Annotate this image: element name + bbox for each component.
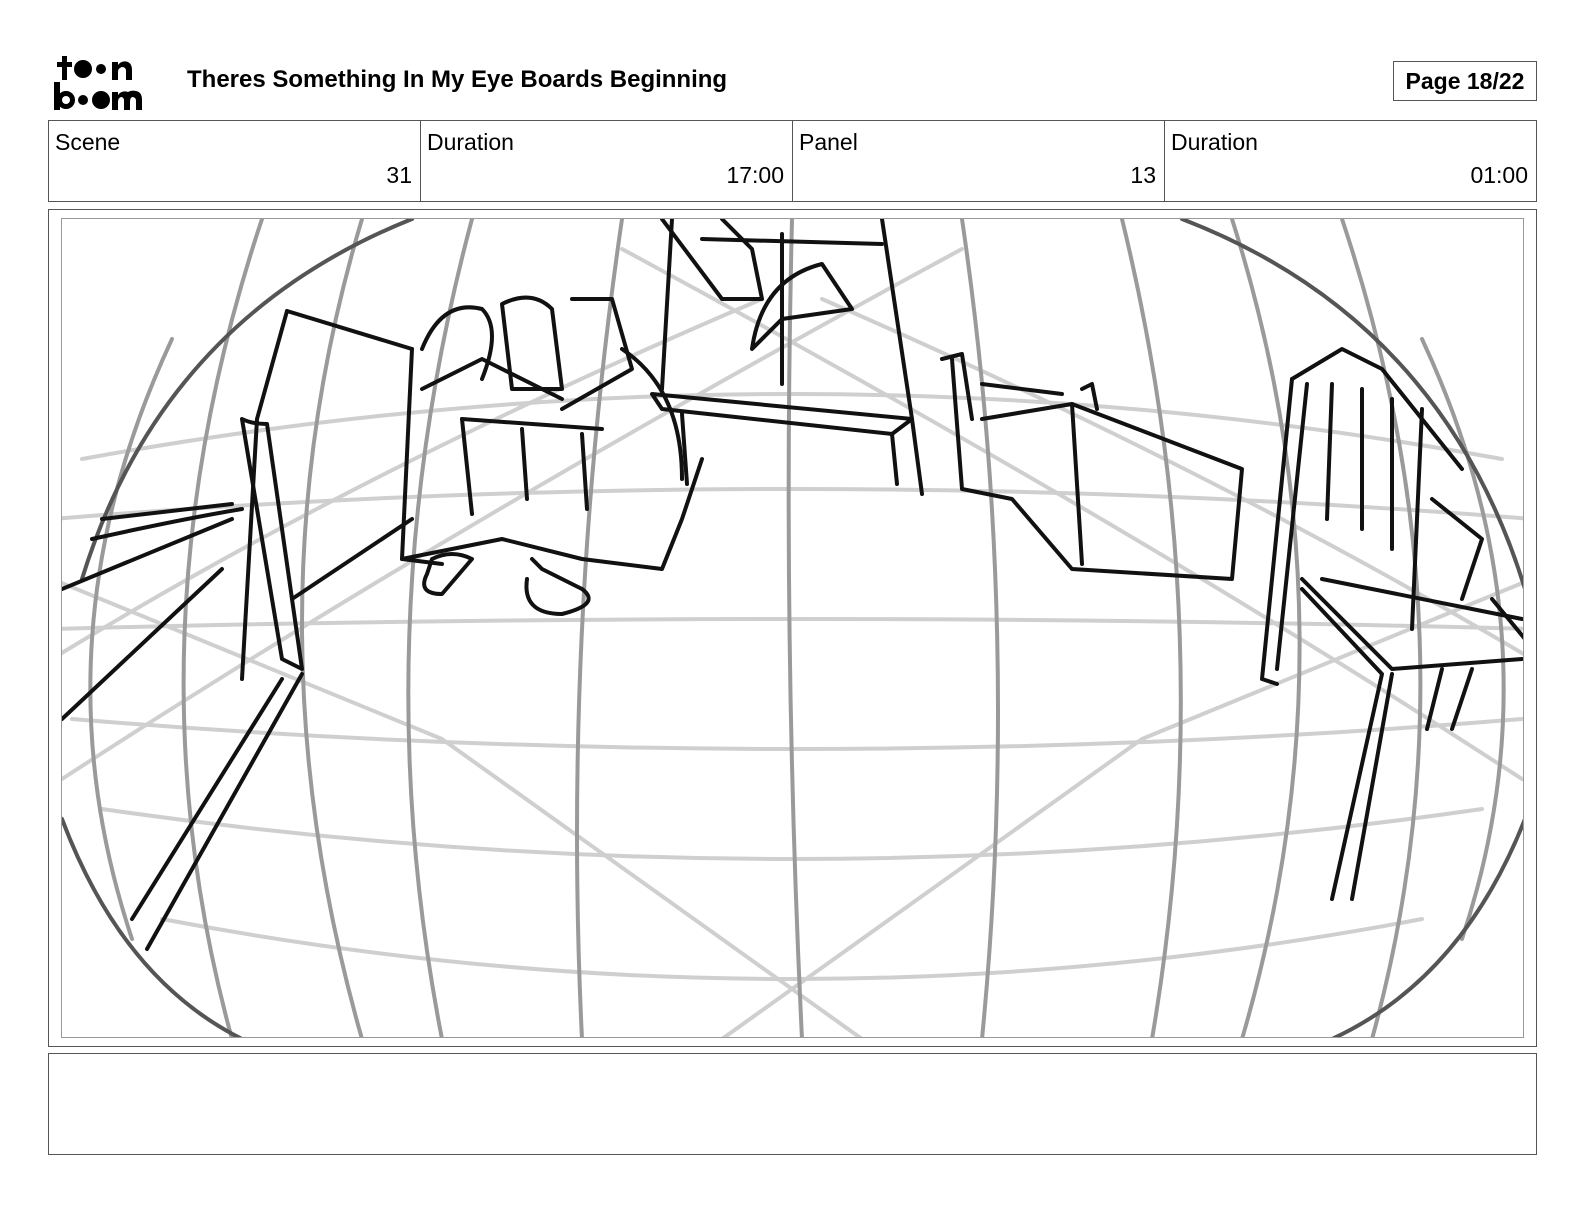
scene-duration-cell: Duration 17:00 bbox=[421, 121, 793, 201]
storyboard-sketch bbox=[62, 219, 1523, 1037]
page-indicator: Page 18/22 bbox=[1393, 61, 1537, 101]
panel-notes-box bbox=[48, 1053, 1537, 1155]
scene-duration-label: Duration bbox=[427, 129, 514, 155]
panel-duration-label: Duration bbox=[1171, 129, 1258, 155]
storyboard-panel-frame bbox=[48, 209, 1537, 1047]
scene-duration-value: 17:00 bbox=[726, 162, 784, 188]
panel-cell: Panel 13 bbox=[793, 121, 1165, 201]
toon-boom-logo bbox=[52, 52, 164, 112]
scene-cell: Scene 31 bbox=[49, 121, 421, 201]
panel-label: Panel bbox=[799, 129, 858, 155]
panel-duration-cell: Duration 01:00 bbox=[1165, 121, 1536, 201]
storyboard-panel-image bbox=[61, 218, 1524, 1038]
document-title: Theres Something In My Eye Boards Beginn… bbox=[187, 66, 728, 93]
panel-value: 13 bbox=[1130, 162, 1156, 188]
scene-value: 31 bbox=[386, 162, 412, 188]
scene-label: Scene bbox=[55, 129, 121, 155]
toon-boom-logo-mark bbox=[54, 56, 142, 110]
panel-duration-value: 01:00 bbox=[1470, 162, 1528, 188]
scene-info-table: Scene 31 Duration 17:00 Panel 13 Duratio… bbox=[48, 120, 1537, 202]
